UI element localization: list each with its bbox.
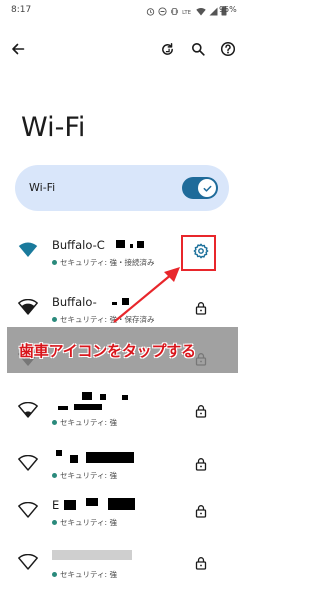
back-arrow-icon[interactable] <box>7 38 29 60</box>
lock-icon <box>190 453 212 475</box>
status-icons: LTE <box>146 4 227 18</box>
annotation-arrow-icon <box>113 267 180 323</box>
instruction-text: 歯車アイコンをタップする <box>19 342 196 360</box>
alarm-icon <box>146 7 155 16</box>
redaction-block <box>108 498 135 510</box>
lock-icon <box>190 500 212 522</box>
network-name: E <box>52 498 60 512</box>
status-time: 8:17 <box>11 5 32 15</box>
refresh-icon[interactable] <box>156 38 178 60</box>
instruction-banner: 歯車アイコンをタップする <box>7 327 238 373</box>
wifi-master-toggle-card[interactable]: Wi-Fi <box>15 165 229 211</box>
redaction-block <box>64 500 76 510</box>
redaction-block <box>116 240 125 248</box>
network-row[interactable]: E セキュリティ: 強 <box>0 492 245 544</box>
signal-icon <box>209 7 218 15</box>
status-dot <box>52 317 57 322</box>
status-dot <box>52 473 57 478</box>
redaction-block <box>137 241 144 248</box>
wifi-toggle-switch[interactable] <box>182 177 218 199</box>
wifi-icon <box>196 7 206 15</box>
network-name: Buffalo- <box>52 295 97 309</box>
wifi-signal-full-icon <box>18 242 38 260</box>
wifi-signal-weak-icon <box>18 501 38 520</box>
network-name: Buffalo-C <box>52 238 105 252</box>
network-row[interactable]: セキュリティ: 強 <box>0 392 245 444</box>
svg-text:LTE: LTE <box>182 10 192 16</box>
redaction-block <box>122 395 128 400</box>
redaction-block <box>100 394 106 400</box>
redaction-block <box>86 498 98 506</box>
check-icon <box>203 185 211 192</box>
redaction-block <box>74 404 102 410</box>
wifi-signal-weak-icon <box>18 553 38 572</box>
redaction-block <box>70 455 78 463</box>
redaction-block <box>130 244 133 248</box>
redaction-block <box>86 452 134 463</box>
network-row[interactable]: セキュリティ: 強 <box>0 445 245 497</box>
redaction-block <box>52 550 132 560</box>
status-dot <box>52 520 57 525</box>
status-dot <box>52 260 57 265</box>
network-status-text: セキュリティ: 強 <box>60 418 117 427</box>
network-status-text: セキュリティ: 強 <box>60 471 117 480</box>
dnd-icon <box>158 6 167 16</box>
network-status-text: セキュリティ: 強 <box>60 518 117 527</box>
network-detail: セキュリティ: 強 <box>52 470 117 481</box>
battery-percentage: 95% <box>219 5 237 14</box>
status-dot <box>52 572 57 577</box>
wifi-toggle-label: Wi-Fi <box>29 181 56 194</box>
lte-icon: LTE <box>182 10 192 16</box>
wifi-signal-icon <box>18 401 38 420</box>
network-detail: セキュリティ: 強 <box>52 569 117 580</box>
status-dot <box>52 420 57 425</box>
wifi-signal-weak-icon <box>18 454 38 473</box>
lock-icon <box>190 552 212 574</box>
redaction-block <box>56 450 62 456</box>
lock-icon <box>190 400 212 422</box>
redaction-block <box>82 392 92 400</box>
status-bar: 8:17 LTE 95% <box>0 0 245 22</box>
vibrate-icon <box>170 7 179 15</box>
redaction-block <box>58 406 68 410</box>
page-title: Wi-Fi <box>21 112 86 143</box>
network-status-text: セキュリティ: 強 <box>60 570 117 579</box>
wifi-signal-icon <box>18 298 38 317</box>
search-icon[interactable] <box>187 38 209 60</box>
help-icon[interactable] <box>217 38 239 60</box>
toggle-knob <box>198 179 216 197</box>
network-detail: セキュリティ: 強 <box>52 417 117 428</box>
network-row[interactable]: セキュリティ: 強 <box>0 544 245 596</box>
lock-icon <box>190 297 212 319</box>
network-detail: セキュリティ: 強 <box>52 517 117 528</box>
